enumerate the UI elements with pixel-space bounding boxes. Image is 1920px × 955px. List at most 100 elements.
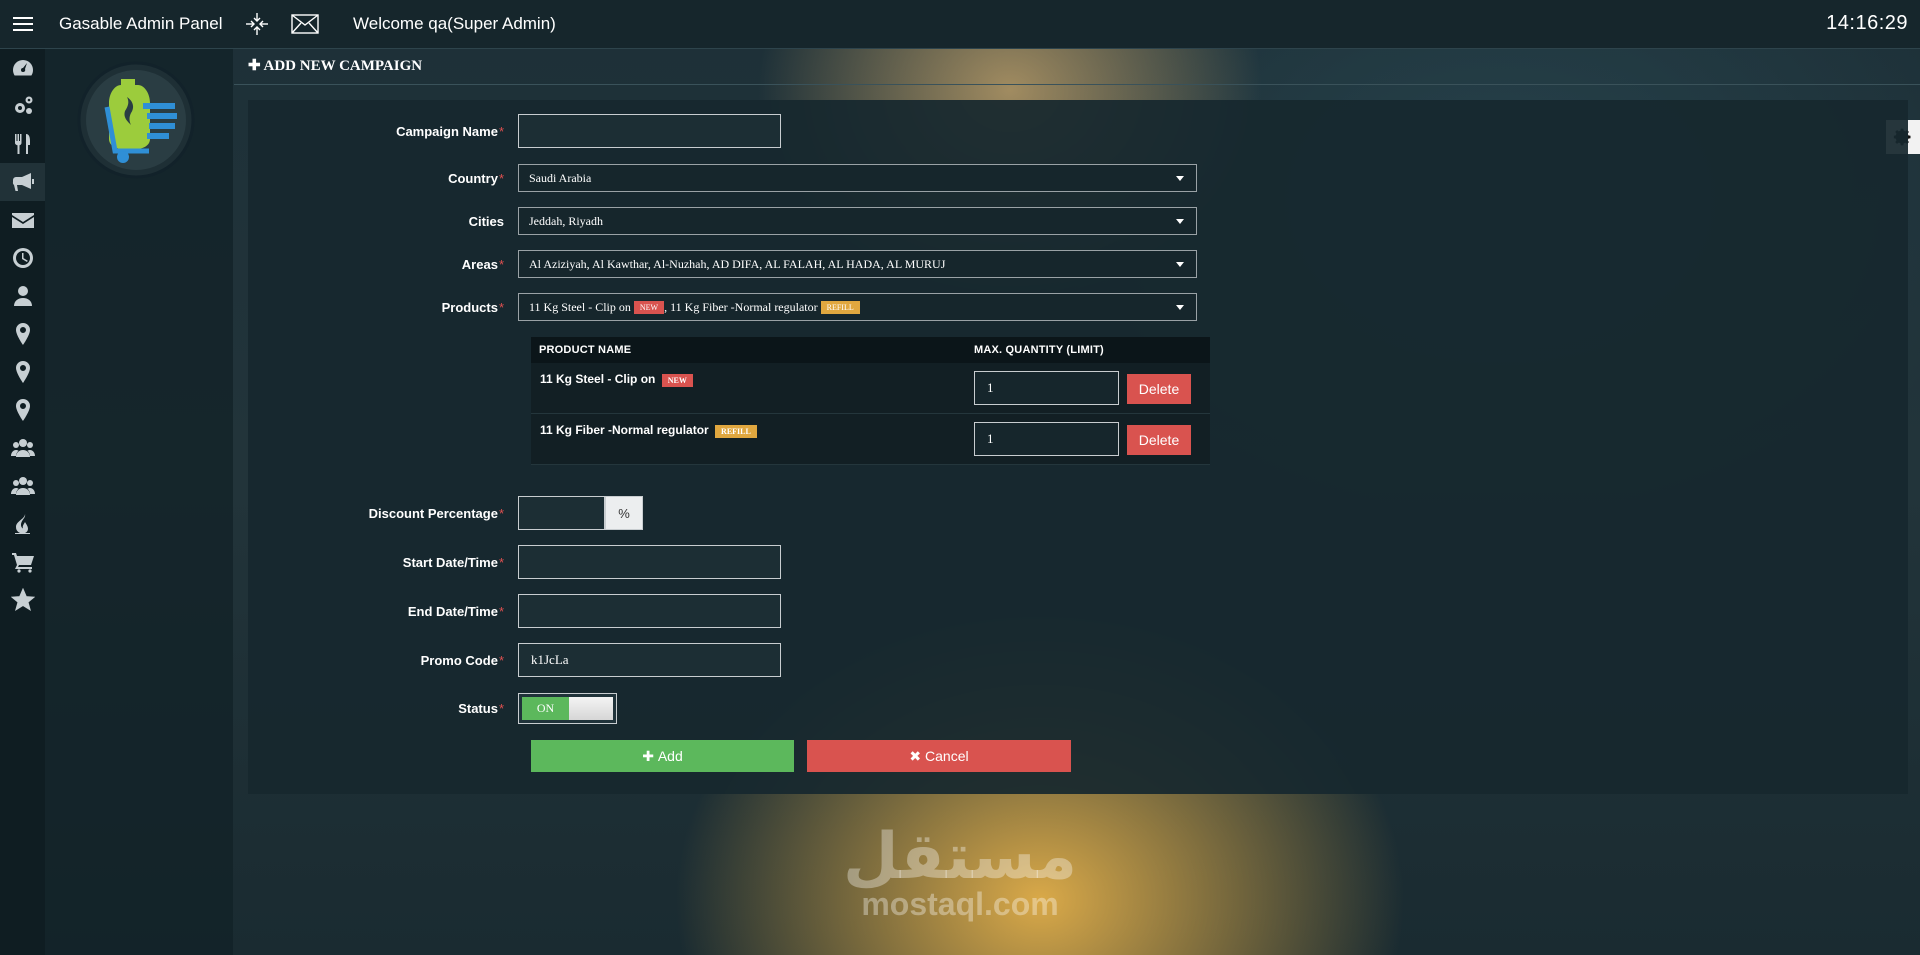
selected-product: 11 Kg Steel - Clip on bbox=[529, 299, 631, 314]
clock: 14:16:29 bbox=[1826, 12, 1908, 34]
end-date-row: End Date/Time* bbox=[248, 594, 781, 628]
promo-code-input[interactable]: k1JcLa bbox=[518, 643, 781, 677]
megaphone-icon[interactable] bbox=[0, 163, 45, 201]
new-badge: NEW bbox=[633, 300, 665, 314]
caret-down-icon bbox=[1176, 219, 1184, 224]
fire-icon[interactable] bbox=[0, 505, 45, 543]
end-date-input[interactable] bbox=[518, 594, 781, 628]
map-marker-icon[interactable] bbox=[0, 315, 45, 353]
selected-product: 11 Kg Fiber -Normal regulator bbox=[670, 299, 818, 314]
menu-toggle-icon[interactable] bbox=[0, 0, 45, 49]
max-quantity-input[interactable]: 1 bbox=[974, 371, 1119, 405]
separator: , bbox=[664, 299, 668, 314]
products-select[interactable]: 11 Kg Steel - Clip on NEW, 11 Kg Fiber -… bbox=[518, 293, 1197, 321]
product-name: 11 Kg Fiber -Normal regulator bbox=[540, 423, 709, 437]
required-mark: * bbox=[498, 505, 504, 521]
delete-button[interactable]: Delete bbox=[1127, 374, 1191, 404]
refill-badge: REFILL bbox=[820, 300, 860, 314]
envelope-icon[interactable] bbox=[0, 201, 45, 239]
app-title: Gasable Admin Panel bbox=[59, 14, 223, 33]
areas-label: Areas bbox=[461, 256, 498, 272]
required-mark: * bbox=[498, 256, 504, 272]
icon-sidebar bbox=[0, 49, 45, 955]
products-row: Products* 11 Kg Steel - Clip on NEW, 11 … bbox=[248, 293, 1197, 321]
cities-value: Jeddah, Riyadh bbox=[529, 213, 603, 228]
refill-badge: REFILL bbox=[715, 425, 757, 438]
country-value: Saudi Arabia bbox=[529, 170, 592, 185]
envelope-icon[interactable] bbox=[281, 0, 329, 49]
map-marker-icon[interactable] bbox=[0, 353, 45, 391]
cities-select[interactable]: Jeddah, Riyadh bbox=[518, 207, 1197, 235]
users-icon[interactable] bbox=[0, 429, 45, 467]
add-button-label: Add bbox=[657, 748, 683, 764]
watermark-latin: mostaql.com bbox=[861, 886, 1059, 922]
cities-row: Cities Jeddah, Riyadh bbox=[248, 207, 1197, 235]
required-mark: * bbox=[498, 603, 504, 619]
start-date-input[interactable] bbox=[518, 545, 781, 579]
users-icon[interactable] bbox=[0, 467, 45, 505]
areas-select[interactable]: Al Aziziyah, Al Kawthar, Al-Nuzhah, AD D… bbox=[518, 250, 1197, 278]
required-mark: * bbox=[498, 701, 504, 716]
start-date-label: Start Date/Time bbox=[402, 554, 498, 570]
cancel-button[interactable]: ✖ Cancel bbox=[807, 740, 1071, 772]
plus-icon: ✚ bbox=[248, 58, 264, 74]
toggle-knob bbox=[568, 697, 613, 720]
status-label: Status bbox=[458, 701, 498, 716]
promo-code-row: Promo Code* k1JcLa bbox=[248, 643, 781, 677]
dashboard-icon[interactable] bbox=[0, 49, 45, 87]
start-date-row: Start Date/Time* bbox=[248, 545, 781, 579]
sidebar-panel bbox=[45, 49, 233, 955]
required-mark: * bbox=[498, 652, 504, 668]
col-product-name: PRODUCT NAME bbox=[539, 344, 632, 356]
promo-code-label: Promo Code bbox=[420, 652, 498, 668]
required-mark: * bbox=[498, 123, 504, 139]
discount-label: Discount Percentage bbox=[368, 505, 498, 521]
collapse-arrows-icon[interactable] bbox=[233, 0, 281, 49]
gasable-logo bbox=[77, 61, 195, 179]
country-select[interactable]: Saudi Arabia bbox=[518, 164, 1197, 192]
toggle-on-label: ON bbox=[522, 697, 569, 720]
status-toggle[interactable]: ON bbox=[518, 693, 617, 724]
cart-icon[interactable] bbox=[0, 543, 45, 581]
caret-down-icon bbox=[1176, 176, 1184, 181]
products-label: Products bbox=[441, 299, 498, 315]
star-icon[interactable] bbox=[0, 581, 45, 619]
table-row: 11 Kg Fiber -Normal regulator REFILL 1 D… bbox=[531, 414, 1210, 465]
new-badge: NEW bbox=[661, 374, 693, 387]
status-row: Status* ON bbox=[248, 693, 617, 724]
clock-icon[interactable] bbox=[0, 239, 45, 277]
required-mark: * bbox=[498, 170, 504, 186]
campaign-form-card: Campaign Name* Country* Saudi Arabia Cit… bbox=[248, 100, 1908, 794]
top-bar: Gasable Admin Panel Welcome qa(Super Adm… bbox=[0, 0, 1920, 49]
page-title: ADD NEW CAMPAIGN bbox=[263, 58, 423, 74]
cancel-button-label: Cancel bbox=[925, 748, 969, 764]
country-row: Country* Saudi Arabia bbox=[248, 164, 1197, 192]
table-row: 11 Kg Steel - Clip on NEW 1 Delete bbox=[531, 363, 1210, 414]
watermark: مستقل mostaql.com bbox=[840, 820, 1080, 922]
settings-gears-icon[interactable] bbox=[0, 87, 45, 125]
plus-icon: ✚ bbox=[642, 747, 658, 764]
map-marker-icon[interactable] bbox=[0, 391, 45, 429]
watermark-arabic: مستقل bbox=[842, 820, 1078, 894]
max-quantity-input[interactable]: 1 bbox=[974, 422, 1119, 456]
user-icon[interactable] bbox=[0, 277, 45, 315]
discount-input[interactable] bbox=[518, 496, 605, 530]
discount-row: Discount Percentage* % bbox=[248, 496, 643, 530]
country-label: Country bbox=[448, 170, 498, 186]
required-mark: * bbox=[498, 299, 504, 315]
campaign-name-row: Campaign Name* bbox=[248, 114, 781, 148]
cities-label: Cities bbox=[468, 213, 504, 229]
caret-down-icon bbox=[1176, 305, 1184, 310]
areas-row: Areas* Al Aziziyah, Al Kawthar, Al-Nuzha… bbox=[248, 250, 1197, 278]
caret-down-icon bbox=[1176, 262, 1184, 267]
areas-value: Al Aziziyah, Al Kawthar, Al-Nuzhah, AD D… bbox=[529, 256, 946, 271]
required-mark: * bbox=[498, 554, 504, 570]
delete-button[interactable]: Delete bbox=[1127, 425, 1191, 455]
campaign-name-input[interactable] bbox=[518, 114, 781, 148]
end-date-label: End Date/Time bbox=[407, 603, 498, 619]
product-limits-table: PRODUCT NAME MAX. QUANTITY (LIMIT) 11 Kg… bbox=[531, 337, 1210, 465]
welcome-text: Welcome qa(Super Admin) bbox=[353, 14, 556, 33]
food-icon[interactable] bbox=[0, 125, 45, 163]
col-max-quantity: MAX. QUANTITY (LIMIT) bbox=[974, 344, 1104, 356]
add-button[interactable]: ✚ Add bbox=[531, 740, 794, 772]
